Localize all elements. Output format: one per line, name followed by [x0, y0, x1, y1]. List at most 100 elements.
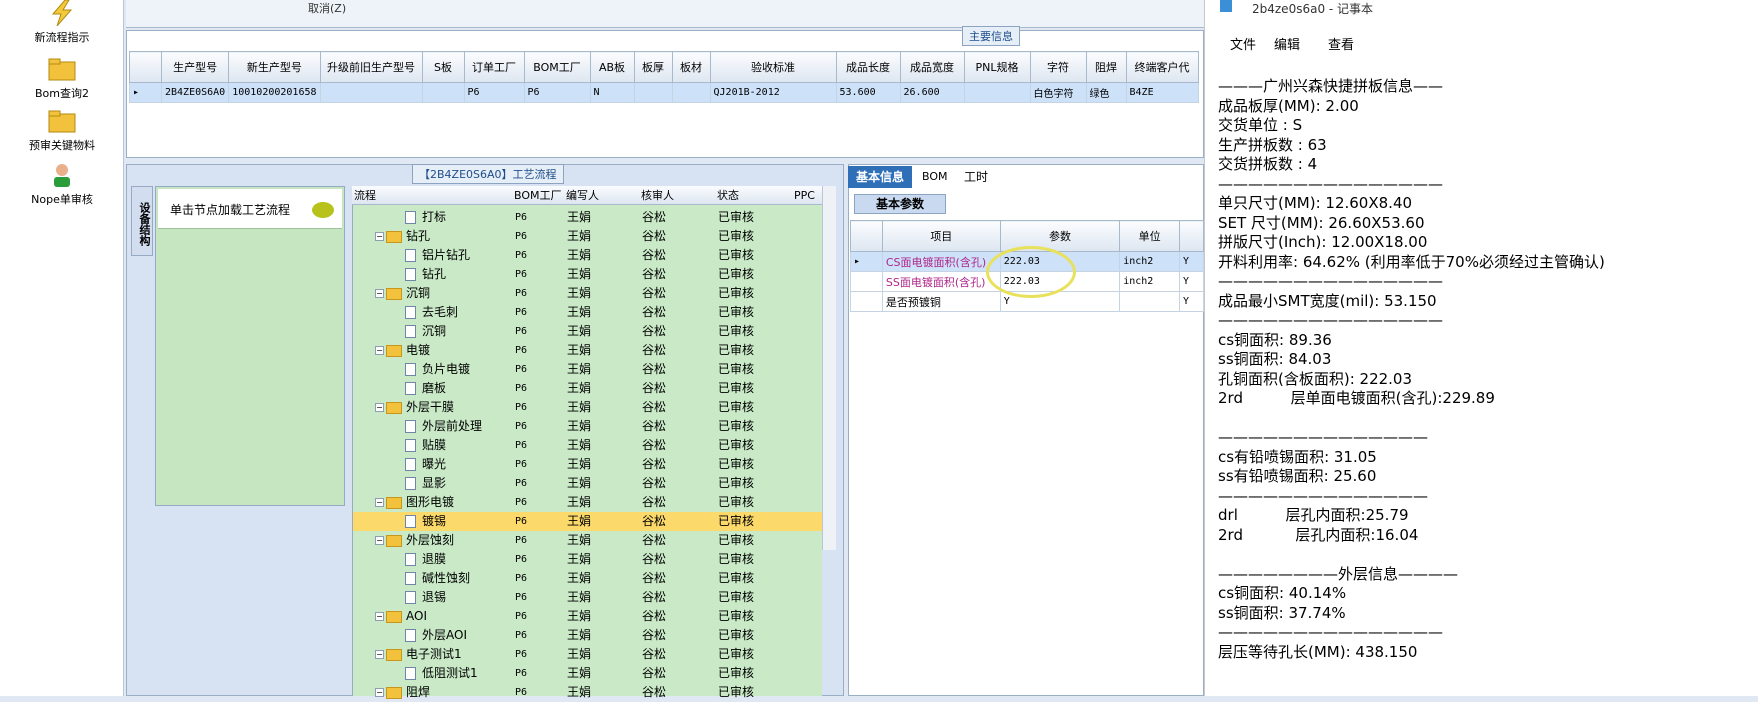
- col-main-14[interactable]: 阻焊: [1085, 51, 1127, 83]
- tab-worktime[interactable]: 工时: [956, 166, 996, 188]
- col-main-4[interactable]: 订单工厂: [463, 51, 525, 83]
- col-main-11[interactable]: 成品宽度: [899, 51, 965, 83]
- flow-row[interactable]: − 阻焊 P6 王娟 谷松 已审核: [353, 683, 823, 702]
- flow-row[interactable]: 退膜 P6 王娟 谷松 已审核: [353, 550, 823, 569]
- row-indicator[interactable]: [850, 291, 883, 312]
- col-main-10[interactable]: 成品长度: [835, 51, 901, 83]
- col-reviewer[interactable]: 核审人: [641, 186, 674, 205]
- main-cell-8[interactable]: [671, 82, 711, 103]
- flow-row[interactable]: − 电子测试1 P6 王娟 谷松 已审核: [353, 645, 823, 664]
- col-main-5[interactable]: BOM工厂: [523, 51, 591, 83]
- flow-row[interactable]: 碱性蚀刻 P6 王娟 谷松 已审核: [353, 569, 823, 588]
- notepad-line: ———————————————: [1218, 623, 1443, 641]
- menu-edit[interactable]: 编辑: [1274, 34, 1300, 53]
- tab-basic-info[interactable]: 基本信息: [848, 166, 913, 188]
- col-main-3[interactable]: S板: [421, 51, 465, 83]
- flow-node-name: 曝光: [405, 455, 446, 474]
- main-cell-0[interactable]: 2B4ZE0S6A0: [160, 82, 230, 103]
- main-cell-12[interactable]: [963, 82, 1031, 103]
- main-cell-14[interactable]: 绿色: [1085, 82, 1127, 103]
- key-material-button[interactable]: 预审关键物料: [0, 108, 124, 153]
- bom-query-button[interactable]: Bom查询2: [0, 56, 124, 101]
- notepad-text[interactable]: ———广州兴森快捷拼板信息—— 成品板厚(MM): 2.00 交货单位 : S 生产拼…: [1218, 76, 1748, 661]
- col-main-13[interactable]: 字符: [1029, 51, 1087, 83]
- main-cell-6[interactable]: N: [589, 82, 635, 103]
- main-cell-7[interactable]: [633, 82, 673, 103]
- row-indicator[interactable]: ▸: [129, 82, 162, 103]
- collapse-icon[interactable]: −: [375, 403, 384, 412]
- main-cell-11[interactable]: 26.600: [899, 82, 965, 103]
- node-list[interactable]: [155, 186, 345, 506]
- flow-row[interactable]: − 图形电镀 P6 王娟 谷松 已审核: [353, 493, 823, 512]
- flow-row[interactable]: 去毛刺 P6 王娟 谷松 已审核: [353, 303, 823, 322]
- col-ppc[interactable]: PPC: [794, 186, 815, 205]
- menu-view[interactable]: 查看: [1328, 34, 1354, 53]
- col-main-9[interactable]: 验收标准: [709, 51, 837, 83]
- flow-row[interactable]: − 钻孔 P6 王娟 谷松 已审核: [353, 227, 823, 246]
- flow-tree[interactable]: 打标 P6 王娟 谷松 已审核 − 钻孔 P6 王娟 谷松 已审核 铝片钻孔 P6 王娟 谷松 已审核 钻孔 P6…: [352, 186, 823, 699]
- nope-review-button[interactable]: Nope单审核: [0, 162, 124, 207]
- vertical-scrollbar[interactable]: [822, 186, 836, 550]
- col-main-7[interactable]: 板厚: [633, 51, 673, 83]
- flow-row[interactable]: 打标 P6 王娟 谷松 已审核: [353, 208, 823, 227]
- flow-row[interactable]: 外层前处理 P6 王娟 谷松 已审核: [353, 417, 823, 436]
- flow-row[interactable]: − 外层蚀刻 P6 王娟 谷松 已审核: [353, 531, 823, 550]
- col-extra[interactable]: [1179, 220, 1204, 252]
- col-item[interactable]: 项目: [881, 220, 1001, 252]
- main-cell-13[interactable]: 白色字符: [1029, 82, 1087, 103]
- col-flow[interactable]: 流程: [354, 186, 376, 205]
- main-cell-15[interactable]: B4ZE: [1125, 82, 1199, 103]
- flow-row[interactable]: 低阻测试1 P6 王娟 谷松 已审核: [353, 664, 823, 683]
- new-flow-button[interactable]: 新流程指示: [0, 0, 124, 45]
- col-unit[interactable]: 单位: [1119, 220, 1181, 252]
- flow-row[interactable]: 铝片钻孔 P6 王娟 谷松 已审核: [353, 246, 823, 265]
- flow-row[interactable]: − 外层干膜 P6 王娟 谷松 已审核: [353, 398, 823, 417]
- flow-row[interactable]: 贴膜 P6 王娟 谷松 已审核: [353, 436, 823, 455]
- main-cell-9[interactable]: QJ201B-2012: [709, 82, 837, 103]
- row-indicator[interactable]: ▸: [850, 251, 883, 272]
- collapse-icon[interactable]: −: [375, 650, 384, 659]
- collapse-icon[interactable]: −: [375, 612, 384, 621]
- main-cell-1[interactable]: 10010200201658: [228, 82, 321, 103]
- flow-row[interactable]: 外层AOI P6 王娟 谷松 已审核: [353, 626, 823, 645]
- cancel-button[interactable]: 取消(Z): [308, 0, 346, 16]
- col-main-1[interactable]: 新生产型号: [228, 51, 321, 83]
- col-status[interactable]: 状态: [717, 186, 739, 205]
- main-cell-10[interactable]: 53.600: [835, 82, 901, 103]
- col-writer[interactable]: 编写人: [566, 186, 599, 205]
- col-main-12[interactable]: PNL规格: [963, 51, 1031, 83]
- main-cell-3[interactable]: [421, 82, 465, 103]
- flow-row[interactable]: − AOI P6 王娟 谷松 已审核: [353, 607, 823, 626]
- menu-file[interactable]: 文件: [1230, 34, 1256, 53]
- col-main-8[interactable]: 板材: [671, 51, 711, 83]
- flow-row[interactable]: 钻孔 P6 王娟 谷松 已审核: [353, 265, 823, 284]
- flow-row[interactable]: 镀锡 P6 王娟 谷松 已审核: [353, 512, 823, 531]
- flow-node-label: 外层AOI: [422, 628, 467, 642]
- main-cell-4[interactable]: P6: [463, 82, 525, 103]
- collapse-icon[interactable]: −: [375, 346, 384, 355]
- main-cell-2[interactable]: [319, 82, 423, 103]
- flow-row[interactable]: − 电镀 P6 王娟 谷松 已审核: [353, 341, 823, 360]
- collapse-icon[interactable]: −: [375, 536, 384, 545]
- reviewer-cell: 谷松: [642, 590, 667, 604]
- col-main-15[interactable]: 终端客户代: [1125, 51, 1199, 83]
- flow-row[interactable]: 曝光 P6 王娟 谷松 已审核: [353, 455, 823, 474]
- flow-row[interactable]: 磨板 P6 王娟 谷松 已审核: [353, 379, 823, 398]
- col-main-6[interactable]: AB板: [589, 51, 635, 83]
- col-main-2[interactable]: 升级前旧生产型号: [319, 51, 423, 83]
- row-indicator[interactable]: [850, 271, 883, 292]
- flow-row[interactable]: − 沉铜 P6 王娟 谷松 已审核: [353, 284, 823, 303]
- tab-basic-params[interactable]: 基本参数: [854, 194, 946, 214]
- col-main-0[interactable]: 生产型号: [160, 51, 230, 83]
- collapse-icon[interactable]: −: [375, 232, 384, 241]
- tab-bom[interactable]: BOM: [914, 166, 956, 188]
- flow-row[interactable]: 负片电镀 P6 王娟 谷松 已审核: [353, 360, 823, 379]
- tab-equipment-structure[interactable]: 设备结构: [131, 186, 153, 256]
- collapse-icon[interactable]: −: [375, 289, 384, 298]
- collapse-icon[interactable]: −: [375, 498, 384, 507]
- flow-row[interactable]: 退锡 P6 王娟 谷松 已审核: [353, 588, 823, 607]
- col-bom-factory[interactable]: BOM工厂: [514, 186, 562, 205]
- flow-row[interactable]: 显影 P6 王娟 谷松 已审核: [353, 474, 823, 493]
- main-cell-5[interactable]: P6: [523, 82, 591, 103]
- flow-row[interactable]: 沉铜 P6 王娟 谷松 已审核: [353, 322, 823, 341]
